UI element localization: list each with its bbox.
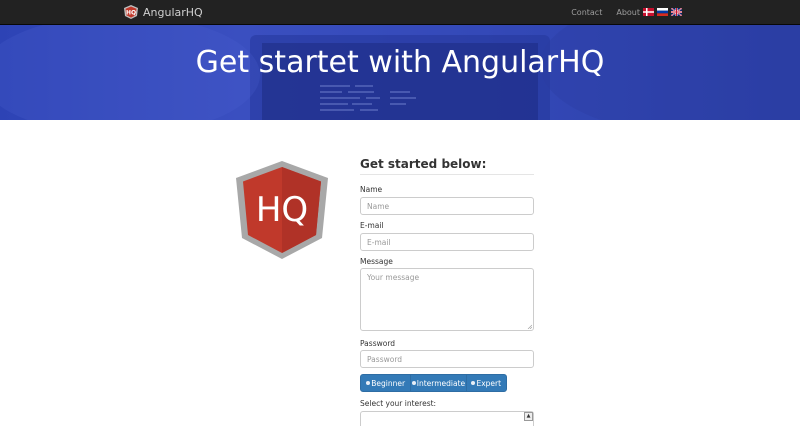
name-input[interactable]: Name bbox=[360, 197, 534, 215]
nav-links: Contact About bbox=[557, 0, 640, 24]
level-beginner-label: Beginner bbox=[371, 378, 406, 388]
angularhq-logo-icon: HQ bbox=[124, 5, 138, 19]
navbar: HQ AngularHQ Contact About bbox=[0, 0, 800, 25]
message-label: Message bbox=[360, 257, 393, 266]
hero-title: Get startet with AngularHQ bbox=[195, 45, 605, 80]
resize-grip-icon[interactable] bbox=[527, 324, 532, 329]
select-scroll-up-icon[interactable]: ▲ bbox=[524, 412, 533, 421]
russian-flag-icon[interactable] bbox=[657, 8, 668, 16]
level-expert-label: Expert bbox=[476, 378, 502, 388]
level-intermediate-label: Intermediate bbox=[416, 378, 466, 388]
name-label: Name bbox=[360, 185, 383, 194]
password-input[interactable]: Password bbox=[360, 350, 534, 368]
radio-icon bbox=[366, 381, 371, 385]
message-placeholder: Your message bbox=[367, 273, 420, 282]
angularhq-large-logo: HQ bbox=[236, 161, 328, 259]
email-input[interactable]: E-mail bbox=[360, 233, 534, 251]
large-logo-text: HQ bbox=[256, 190, 308, 230]
password-label: Password bbox=[360, 339, 396, 348]
brand-name[interactable]: AngularHQ bbox=[143, 6, 203, 19]
message-textarea[interactable]: Your message bbox=[360, 268, 534, 331]
interest-label: Select your interest: bbox=[360, 399, 437, 408]
level-button-group: Beginner Intermediate Expert bbox=[360, 374, 507, 392]
form-heading: Get started below: bbox=[360, 157, 534, 175]
level-intermediate-button[interactable]: Intermediate bbox=[411, 375, 467, 391]
english-flag-icon[interactable] bbox=[671, 8, 682, 16]
danish-flag-icon[interactable] bbox=[643, 8, 654, 16]
radio-icon bbox=[411, 381, 416, 385]
level-beginner-button[interactable]: Beginner bbox=[361, 375, 412, 391]
brand-logo-text: HQ bbox=[126, 10, 136, 17]
email-label: E-mail bbox=[360, 221, 384, 230]
brand[interactable]: HQ AngularHQ bbox=[124, 4, 203, 20]
signup-form: Get started below: Name Name E-mail E-ma… bbox=[360, 157, 534, 426]
radio-icon bbox=[471, 381, 476, 385]
language-flags bbox=[643, 8, 682, 16]
nav-link-contact[interactable]: Contact bbox=[571, 8, 602, 17]
name-placeholder: Name bbox=[367, 202, 390, 211]
email-placeholder: E-mail bbox=[367, 238, 391, 247]
hero-banner: Get startet with AngularHQ bbox=[0, 25, 800, 120]
level-expert-button[interactable]: Expert bbox=[467, 375, 506, 391]
password-placeholder: Password bbox=[367, 355, 403, 364]
nav-link-about[interactable]: About bbox=[616, 8, 640, 17]
